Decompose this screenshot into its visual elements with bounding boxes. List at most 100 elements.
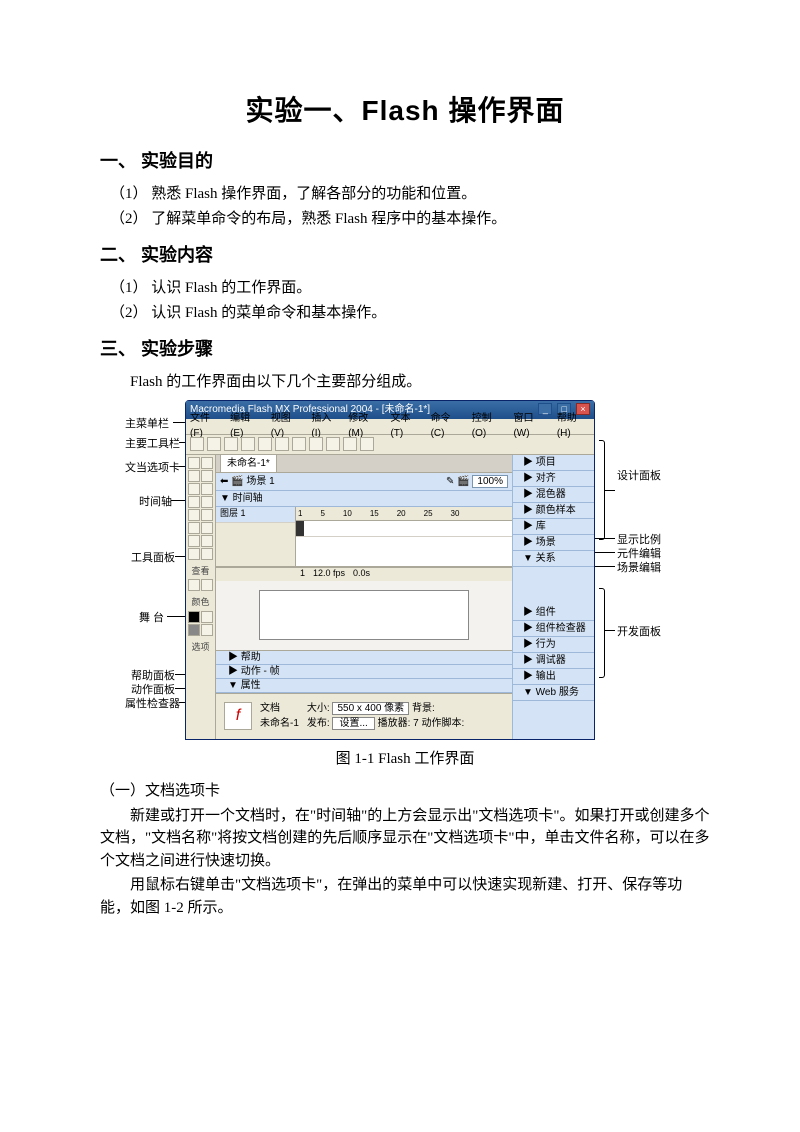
tb-snap-icon[interactable]	[343, 437, 357, 451]
figure-1-1: 主菜单栏 主要工具栏 文当选项卡 时间轴 工具面板 舞 台 帮助面板 动作面板 …	[125, 400, 685, 742]
sub1-heading: （一）文档选项卡	[100, 780, 710, 803]
scene-name: 场景 1	[246, 476, 274, 487]
pen-tool-icon[interactable]	[188, 483, 200, 495]
tb-align-icon[interactable]	[360, 437, 374, 451]
rp-align[interactable]: ▶ 对齐	[513, 471, 594, 487]
layers-column: 图层 1	[216, 507, 296, 566]
publish-label: 发布:	[307, 718, 330, 729]
rect-tool-icon[interactable]	[201, 496, 213, 508]
tb-open-icon[interactable]	[207, 437, 221, 451]
eraser-tool-icon[interactable]	[201, 548, 213, 560]
transform-tool-icon[interactable]	[188, 522, 200, 534]
tb-cut-icon[interactable]	[258, 437, 272, 451]
line-tool-icon[interactable]	[188, 470, 200, 482]
back-arrow-icon[interactable]: ⬅	[220, 476, 228, 487]
s1-item-2: （2） 了解菜单命令的布局，熟悉 Flash 程序中的基本操作。	[110, 208, 710, 231]
bucket-tool-icon[interactable]	[201, 535, 213, 547]
size-label: 大小:	[307, 703, 330, 714]
doc-icon: f	[224, 702, 252, 730]
rp-project[interactable]: ▶ 项目	[513, 455, 594, 471]
rp-library[interactable]: ▶ 库	[513, 519, 594, 535]
brush-tool-icon[interactable]	[201, 509, 213, 521]
tb-redo-icon[interactable]	[326, 437, 340, 451]
rp-swatch[interactable]: ▶ 颜色样本	[513, 503, 594, 519]
s3-intro: Flash 的工作界面由以下几个主要部分组成。	[100, 371, 710, 394]
stage-area[interactable]	[216, 581, 512, 650]
help-panel-header[interactable]: ▶ 帮助	[216, 651, 512, 665]
timeline-panel: 图层 1 1 5 10 15 20 25 30	[216, 507, 512, 567]
section-3-heading: 三、 实验步骤	[100, 336, 710, 363]
rp-behavior[interactable]: ▶ 行为	[513, 637, 594, 653]
bg-label: 背景:	[412, 703, 435, 714]
rp-compinsp[interactable]: ▶ 组件检查器	[513, 621, 594, 637]
dropper-tool-icon[interactable]	[188, 548, 200, 560]
timeline-header[interactable]: ▼ 时间轴	[216, 491, 512, 507]
tb-print-icon[interactable]	[241, 437, 255, 451]
edit-symbol-icon[interactable]: ✎	[446, 476, 454, 487]
lbl-timeline: 时间轴	[139, 494, 172, 511]
menu-help[interactable]: 帮助(H)	[557, 411, 590, 441]
as-label: 动作脚本:	[422, 718, 465, 729]
rp-component[interactable]: ▶ 组件	[513, 605, 594, 621]
rp-scene[interactable]: ▶ 场景	[513, 535, 594, 551]
fill-swatch-icon[interactable]	[201, 624, 213, 636]
layer-row[interactable]: 图层 1	[216, 507, 295, 523]
props-panel-header[interactable]: ▼ 属性	[216, 679, 512, 693]
tb-new-icon[interactable]	[190, 437, 204, 451]
stroke-color-icon[interactable]	[188, 611, 200, 623]
fill-color-icon[interactable]	[188, 624, 200, 636]
text-tool-icon[interactable]	[201, 483, 213, 495]
edit-scene-icon[interactable]: 🎬	[457, 476, 469, 487]
lbl-menubar: 主菜单栏	[125, 416, 169, 433]
timeline-footer: 1 12.0 fps 0.0s	[216, 567, 512, 581]
zoom-field[interactable]: 100%	[472, 475, 508, 488]
menu-control[interactable]: 控制(O)	[472, 411, 506, 441]
s1-item-1: （1） 熟悉 Flash 操作界面，了解各部分的功能和位置。	[110, 183, 710, 206]
lbl-propinsp: 属性检查器	[125, 696, 180, 713]
stroke-swatch-icon[interactable]	[201, 611, 213, 623]
zoom-tool-icon[interactable]	[201, 579, 213, 591]
pencil-tool-icon[interactable]	[188, 509, 200, 521]
oval-tool-icon[interactable]	[188, 496, 200, 508]
s2-item-2: （2） 认识 Flash 的菜单命令和基本操作。	[110, 302, 710, 325]
keyframe-icon[interactable]	[296, 521, 304, 536]
ink-tool-icon[interactable]	[188, 535, 200, 547]
frame-ruler: 1 5 10 15 20 25 30	[296, 507, 512, 521]
frame-row[interactable]	[296, 521, 512, 537]
hand-tool-icon[interactable]	[188, 579, 200, 591]
menu-command[interactable]: 命令(C)	[431, 411, 464, 441]
menu-window[interactable]: 窗口(W)	[513, 411, 548, 441]
prop-doc-name: 未命名-1	[260, 716, 299, 731]
settings-button[interactable]: 设置...	[332, 717, 374, 730]
rp-debugger[interactable]: ▶ 调试器	[513, 653, 594, 669]
time-label: 0.0s	[353, 567, 370, 581]
tb-save-icon[interactable]	[224, 437, 238, 451]
size-button[interactable]: 550 x 400 像素	[332, 702, 409, 715]
lbl-doctab: 文当选项卡	[125, 460, 180, 477]
arrow-tool-icon[interactable]	[188, 457, 200, 469]
menu-text[interactable]: 文本(T)	[390, 411, 422, 441]
fill-transform-tool-icon[interactable]	[201, 522, 213, 534]
document-tabs: 未命名-1*	[216, 455, 512, 473]
figure-caption: 图 1-1 Flash 工作界面	[100, 748, 710, 771]
action-panel-header[interactable]: ▶ 动作 - 帧	[216, 665, 512, 679]
scene-icon: 🎬	[231, 476, 243, 487]
layer-name: 图层 1	[220, 507, 246, 521]
document-tab[interactable]: 未命名-1*	[220, 454, 277, 472]
tb-undo-icon[interactable]	[309, 437, 323, 451]
frames-area: 1 5 10 15 20 25 30	[296, 507, 512, 566]
lbl-design-panel: 设计面板	[617, 468, 661, 485]
subselect-tool-icon[interactable]	[201, 457, 213, 469]
rp-mixer[interactable]: ▶ 混色器	[513, 487, 594, 503]
lasso-tool-icon[interactable]	[201, 470, 213, 482]
tb-copy-icon[interactable]	[275, 437, 289, 451]
sub1-p2: 用鼠标右键单击"文档选项卡"，在弹出的菜单中可以快速实现新建、打开、保存等功能，…	[100, 874, 710, 919]
rp-webservice[interactable]: ▼ Web 服务	[513, 685, 594, 701]
bottom-panels: ▶ 帮助 ▶ 动作 - 帧 ▼ 属性 f 文档 未命名-1 大小: 550 x …	[216, 650, 512, 739]
rp-output[interactable]: ▶ 输出	[513, 669, 594, 685]
lbl-stage: 舞 台	[139, 610, 164, 627]
tb-paste-icon[interactable]	[292, 437, 306, 451]
rp-relation[interactable]: ▼ 关系	[513, 551, 594, 567]
tools-opt-label: 选项	[188, 641, 213, 655]
s2-item-1: （1） 认识 Flash 的工作界面。	[110, 277, 710, 300]
